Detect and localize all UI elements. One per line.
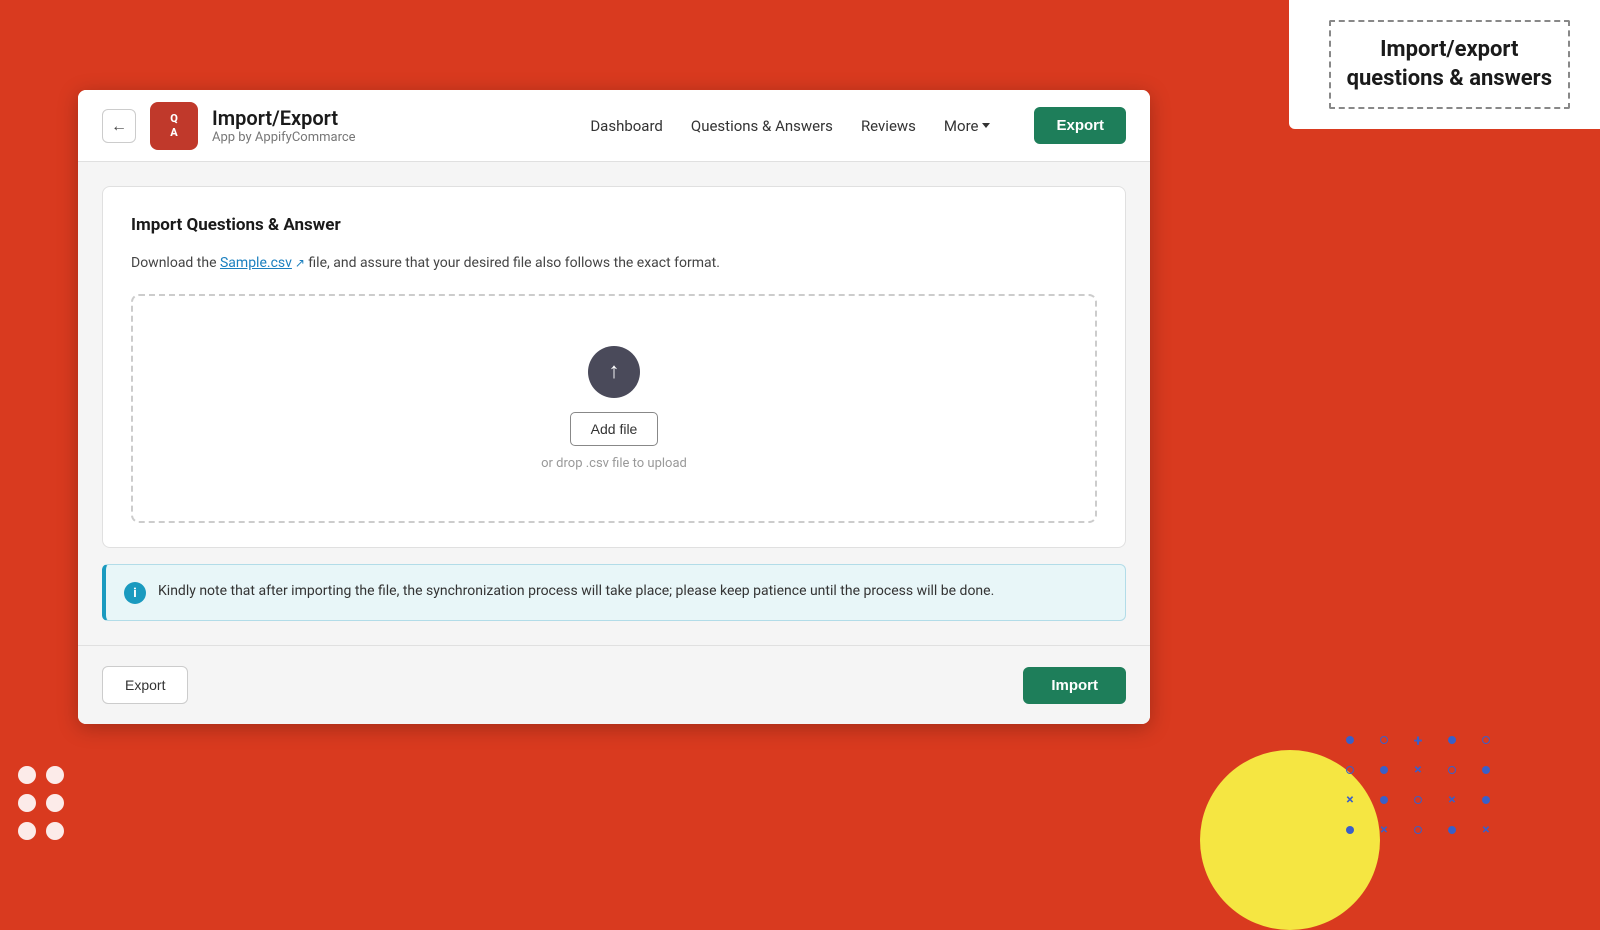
app-logo: QA — [150, 102, 198, 150]
add-file-button[interactable]: Add file — [570, 412, 659, 446]
external-link-icon: ↗ — [292, 256, 305, 270]
upload-hint: or drop .csv file to upload — [541, 456, 687, 471]
nav-dashboard[interactable]: Dashboard — [590, 113, 663, 139]
nav-questions-answers[interactable]: Questions & Answers — [691, 113, 833, 139]
back-button[interactable]: ← — [102, 109, 136, 143]
instruction-prefix: Download the — [131, 255, 220, 271]
info-icon: i — [124, 582, 146, 604]
decorative-dots-right: + × × × × × — [1340, 730, 1500, 840]
upload-arrow-icon: ↑ — [609, 361, 620, 383]
instruction-text: Download the Sample.csv ↗ file, and assu… — [131, 253, 1097, 274]
info-message: Kindly note that after importing the fil… — [158, 581, 994, 603]
chevron-down-icon — [982, 123, 990, 128]
section-title: Import Questions & Answer — [131, 215, 1097, 235]
logo-text: QA — [170, 112, 178, 138]
app-title: Import/Export — [212, 106, 590, 130]
upload-zone[interactable]: ↑ Add file or drop .csv file to upload — [131, 294, 1097, 523]
back-arrow-icon: ← — [111, 118, 127, 134]
app-subtitle: App by AppifyCommarce — [212, 130, 590, 145]
upload-icon-circle: ↑ — [588, 346, 640, 398]
nav-more[interactable]: More — [944, 113, 991, 139]
info-icon-letter: i — [133, 586, 136, 601]
decorative-dots-left — [18, 766, 64, 840]
info-box: i Kindly note that after importing the f… — [102, 564, 1126, 621]
instruction-suffix: file, and assure that your desired file … — [305, 255, 720, 271]
footer-export-button[interactable]: Export — [102, 666, 188, 704]
app-header: ← QA Import/Export App by AppifyCommarce… — [78, 90, 1150, 162]
import-button[interactable]: Import — [1023, 667, 1126, 704]
import-card: Import Questions & Answer Download the S… — [102, 186, 1126, 548]
banner-tag: Import/export questions & answers — [1289, 0, 1600, 129]
app-content: Import Questions & Answer Download the S… — [78, 162, 1150, 645]
app-title-group: Import/Export App by AppifyCommarce — [212, 106, 590, 145]
banner-title: Import/export questions & answers — [1347, 36, 1552, 93]
app-window: ← QA Import/Export App by AppifyCommarce… — [78, 90, 1150, 724]
header-export-button[interactable]: Export — [1034, 107, 1126, 144]
app-nav: Dashboard Questions & Answers Reviews Mo… — [590, 107, 1126, 144]
nav-reviews[interactable]: Reviews — [861, 113, 916, 139]
app-footer: Export Import — [78, 645, 1150, 724]
sample-csv-link[interactable]: Sample.csv — [220, 255, 292, 271]
